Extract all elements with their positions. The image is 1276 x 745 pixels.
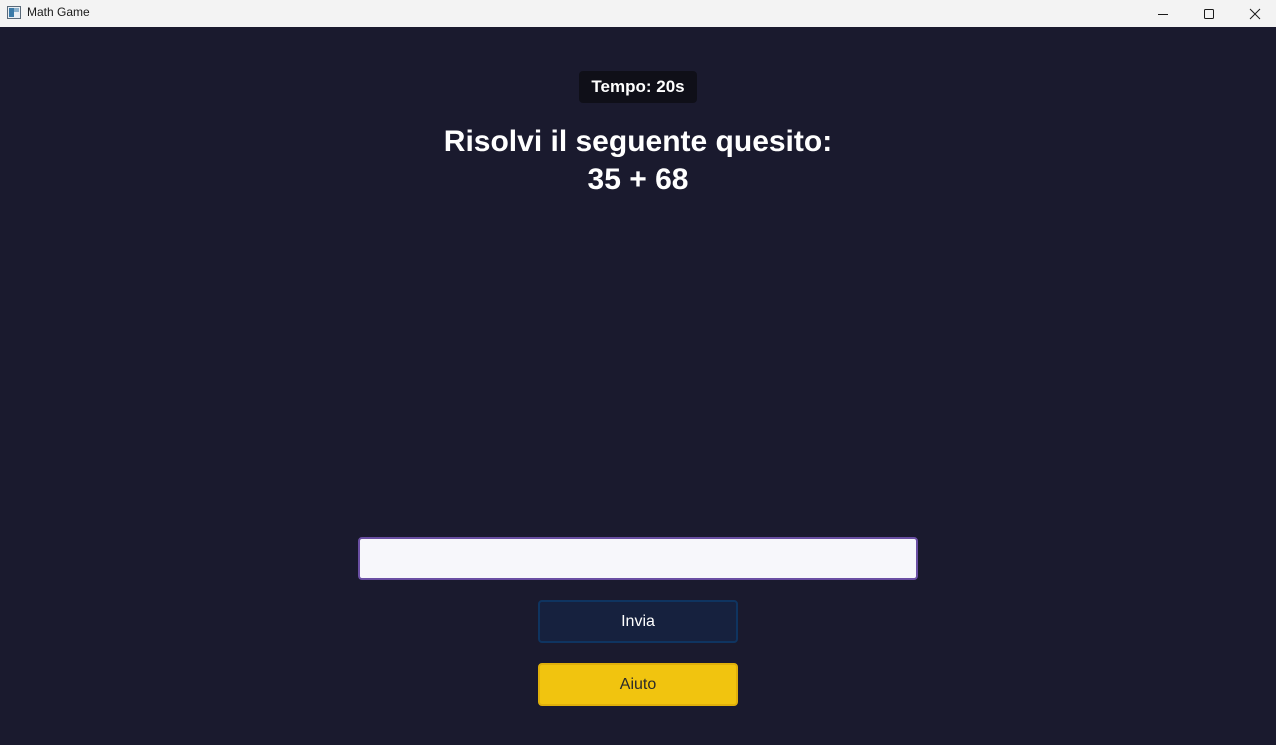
question-expression: 35 + 68 bbox=[587, 163, 689, 196]
maximize-icon bbox=[1204, 8, 1214, 19]
question: Risolvi il seguente quesito: 35 + 68 bbox=[338, 123, 938, 199]
maximize-button[interactable] bbox=[1186, 0, 1232, 27]
submit-button[interactable]: Invia bbox=[538, 600, 738, 643]
minimize-button[interactable] bbox=[1140, 0, 1186, 27]
app-window-icon bbox=[7, 6, 21, 19]
timer-badge: Tempo: 20s bbox=[579, 71, 697, 103]
question-prompt: Risolvi il seguente quesito: bbox=[443, 125, 833, 158]
help-button[interactable]: Aiuto bbox=[538, 663, 738, 706]
title-bar: Math Game bbox=[0, 0, 1276, 27]
window-title: Math Game bbox=[27, 5, 90, 19]
close-button[interactable] bbox=[1232, 0, 1276, 27]
close-icon bbox=[1249, 8, 1261, 19]
game-panel: Tempo: 20s Risolvi il seguente quesito: … bbox=[0, 27, 1276, 745]
answer-input[interactable] bbox=[358, 537, 918, 580]
minimize-icon bbox=[1158, 13, 1168, 15]
